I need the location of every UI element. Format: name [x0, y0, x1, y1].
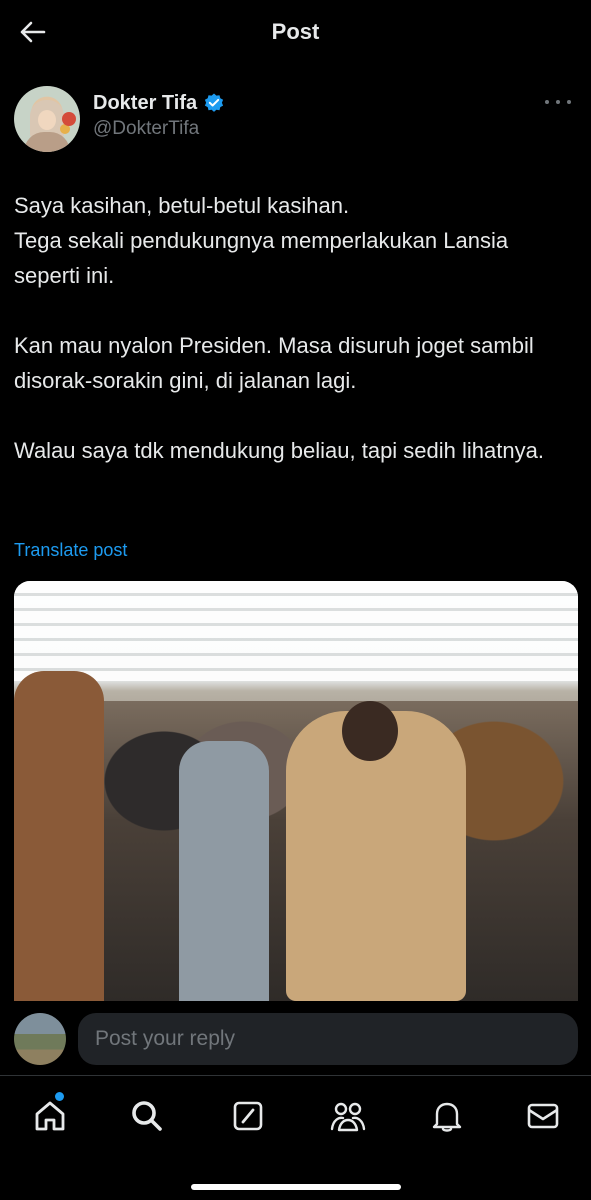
grok-icon	[233, 1101, 263, 1131]
notification-dot	[55, 1092, 64, 1101]
nav-search[interactable]	[127, 1096, 167, 1136]
post-author: Dokter Tifa @DokterTifa	[14, 86, 577, 152]
nav-communities[interactable]	[328, 1096, 368, 1136]
post-paragraph: Walau saya tdk mendukung beliau, tapi se…	[14, 438, 544, 463]
display-name-row: Dokter Tifa	[93, 90, 225, 116]
author-handle[interactable]: @DokterTifa	[93, 118, 225, 140]
envelope-icon	[527, 1103, 559, 1129]
communities-icon	[330, 1102, 366, 1132]
nav-grok[interactable]	[228, 1096, 268, 1136]
author-display-name[interactable]: Dokter Tifa	[93, 92, 197, 115]
post-detail-screen: Post Dokter Tifa @DokterTifa Saya kasiha…	[0, 0, 591, 1200]
video-frame-figure	[14, 671, 104, 1001]
reply-bar	[0, 1001, 591, 1075]
post-paragraph: Saya kasihan, betul-betul kasihan. Tega …	[14, 193, 509, 288]
video-frame-figure	[286, 701, 466, 1001]
post-paragraph: Kan mau nyalon Presiden. Masa disuruh jo…	[14, 333, 534, 393]
search-icon	[132, 1101, 162, 1131]
reply-input[interactable]	[78, 1013, 578, 1065]
post-video[interactable]	[14, 581, 578, 1001]
post-body: Saya kasihan, betul-betul kasihan. Tega …	[14, 188, 574, 468]
nav-messages[interactable]	[523, 1096, 563, 1136]
home-icon	[35, 1101, 65, 1131]
nav-home[interactable]	[30, 1092, 70, 1136]
translate-post-link[interactable]: Translate post	[14, 540, 127, 561]
more-options-icon[interactable]	[545, 94, 571, 110]
bottom-navigation	[0, 1075, 591, 1200]
page-title: Post	[271, 19, 320, 44]
nav-notifications[interactable]	[427, 1096, 467, 1136]
bell-icon	[432, 1102, 462, 1132]
video-frame-roof	[14, 581, 578, 681]
home-indicator[interactable]	[191, 1184, 401, 1190]
video-frame-figure	[179, 741, 269, 1001]
current-user-avatar	[14, 1013, 66, 1065]
author-names: Dokter Tifa @DokterTifa	[93, 90, 225, 140]
back-button[interactable]	[16, 16, 48, 48]
top-bar: Post	[0, 0, 591, 64]
author-avatar[interactable]	[14, 86, 80, 152]
arrow-left-icon	[20, 21, 46, 43]
verified-badge-icon	[205, 93, 224, 112]
